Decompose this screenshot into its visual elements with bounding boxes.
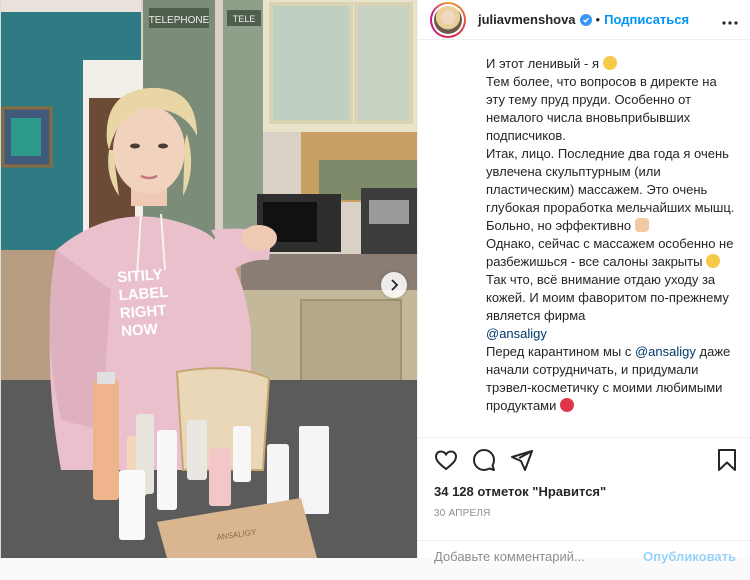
- verified-badge-icon: [579, 13, 592, 26]
- hoodie-text-2: LABEL: [118, 284, 169, 304]
- share-icon: [511, 450, 533, 471]
- mention-link[interactable]: @ansaligy: [486, 326, 547, 341]
- caption-line: И этот ленивый - я: [486, 55, 736, 73]
- likes-count[interactable]: 34 128 отметок "Нравится": [434, 484, 606, 499]
- flexed-biceps-emoji-icon: [634, 218, 649, 232]
- more-icon: [722, 21, 738, 25]
- share-button[interactable]: [510, 448, 534, 472]
- header-separator: •: [595, 12, 601, 27]
- more-options-button[interactable]: [722, 12, 738, 30]
- publish-button[interactable]: Опубликовать: [643, 549, 736, 564]
- username-link[interactable]: juliavmenshova: [478, 12, 576, 27]
- save-button[interactable]: [716, 448, 738, 477]
- caption-paragraph: Тем более, что вопросов в директе на эту…: [486, 74, 717, 143]
- action-icons: [434, 448, 534, 472]
- post-modal: TELEPHONE TELE SITILY LABEL RIGHT NOW AN…: [0, 0, 750, 564]
- caption-line: Перед карантином мы с @ansaligy даже нач…: [486, 344, 731, 413]
- laughing-emoji-icon: [602, 56, 617, 70]
- avatar[interactable]: [430, 1, 466, 38]
- surprised-emoji-icon: [706, 254, 721, 268]
- heart-icon: [434, 450, 458, 471]
- comment-icon: [473, 449, 495, 471]
- post-header: juliavmenshova • Подписаться: [418, 0, 750, 40]
- post-actions: 34 128 отметок "Нравится" 30 АПРЕЛЯ: [418, 437, 750, 527]
- post-caption: И этот ленивый - я Тем более, что вопрос…: [486, 55, 736, 435]
- chevron-right-icon: [391, 279, 399, 291]
- caption-line: Итак, лицо. Последние два года я очень у…: [486, 146, 735, 233]
- mention-link[interactable]: @ansaligy: [635, 344, 696, 359]
- post-photo[interactable]: TELEPHONE TELE SITILY LABEL RIGHT NOW AN…: [1, 0, 417, 558]
- telephone-sign-text: TELEPHONE: [149, 15, 210, 26]
- hoodie-text-4: NOW: [121, 321, 160, 341]
- comment-input[interactable]: [434, 549, 664, 564]
- bookmark-icon: [718, 449, 736, 471]
- comment-bar: Опубликовать: [418, 540, 750, 580]
- next-photo-button[interactable]: [381, 272, 407, 298]
- hoodie-text-3: RIGHT: [119, 302, 167, 322]
- post-date[interactable]: 30 АПРЕЛЯ: [434, 508, 491, 519]
- tele-sign-text: TELE: [233, 14, 256, 24]
- avatar-image: [434, 5, 462, 34]
- caption-line: Однако, сейчас с массажем особенно не ра…: [486, 236, 734, 269]
- caption-paragraph: Так что, всё внимание отдаю уходу за кож…: [486, 272, 729, 323]
- red-heart-emoji-icon: [560, 398, 574, 412]
- follow-button[interactable]: Подписаться: [604, 12, 689, 27]
- comment-button[interactable]: [472, 448, 496, 472]
- like-button[interactable]: [434, 448, 458, 472]
- hoodie-text-1: SITILY: [117, 266, 163, 286]
- post-panel: juliavmenshova • Подписаться И этот лени…: [417, 0, 750, 564]
- photo-scene: TELEPHONE TELE SITILY LABEL RIGHT NOW AN…: [1, 0, 417, 558]
